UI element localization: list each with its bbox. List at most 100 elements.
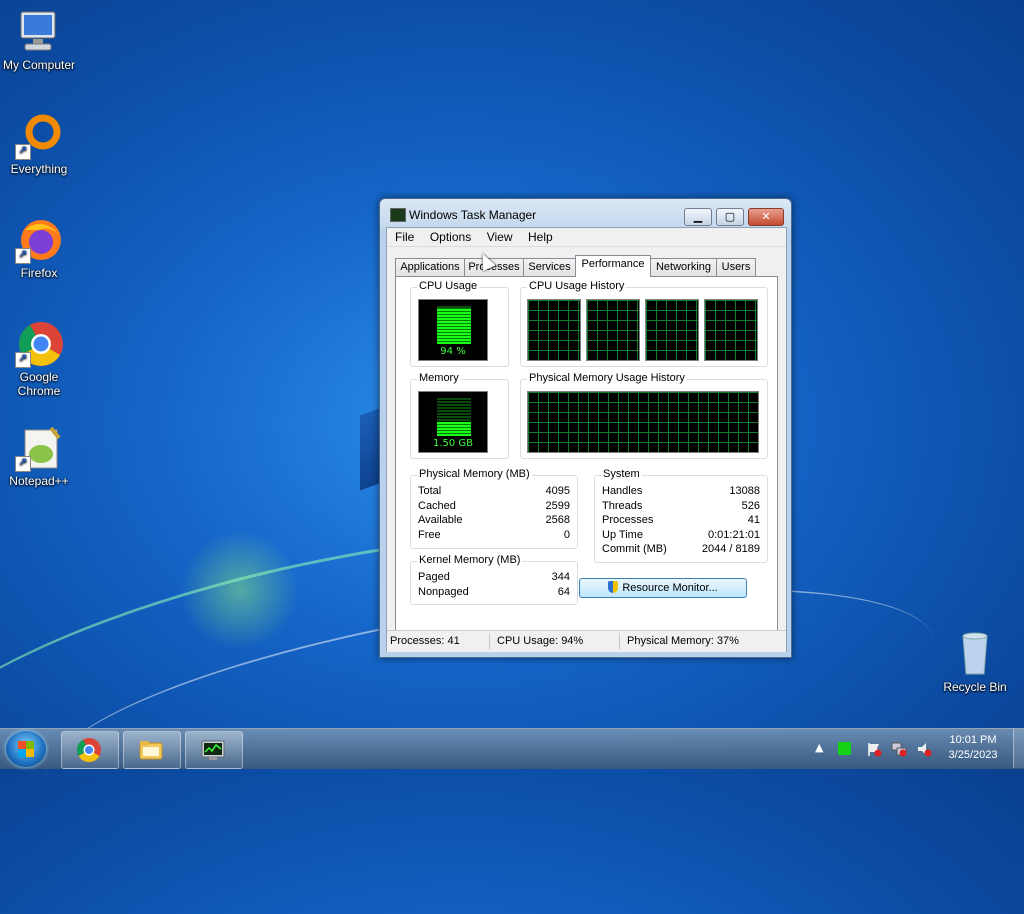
start-button[interactable] (6, 731, 46, 767)
everything-icon: ↗ (15, 112, 63, 160)
action-center-icon[interactable] (866, 741, 882, 757)
cpu-history-group: CPU Usage History (520, 280, 768, 367)
taskbar-explorer-button[interactable] (123, 731, 181, 769)
notepadpp-icon: ↗ (15, 424, 63, 472)
physical-memory-group: Physical Memory (MB) Total 4095 Cached 259… (410, 468, 578, 549)
memory-label: Memory (417, 372, 461, 384)
shortcut-arrow-icon: ↗ (15, 248, 31, 264)
show-desktop-button[interactable] (1013, 729, 1024, 768)
taskbar-chrome-button[interactable] (61, 731, 119, 769)
tab-services[interactable]: Services (523, 258, 576, 276)
menu-file[interactable]: File (389, 228, 420, 246)
system-group: System Handles 13088 Threads 526 Processes… (594, 468, 768, 563)
physical-memory-label: Physical Memory (MB) (417, 468, 532, 480)
status-indicator-icon[interactable] (838, 742, 851, 755)
physical-memory-row: Free 0 (418, 529, 570, 544)
shortcut-arrow-icon: ↗ (15, 144, 31, 160)
volume-muted-icon[interactable] (916, 741, 932, 757)
system-row: Commit (MB) 2044 / 8189 (602, 543, 760, 558)
menu-view[interactable]: View (481, 228, 519, 246)
stat-key: Processes (602, 514, 654, 526)
tab-users[interactable]: Users (716, 258, 756, 276)
memory-history-graph (527, 391, 759, 453)
cpu-history-label: CPU Usage History (527, 280, 627, 292)
cpu-usage-group: CPU Usage 94 % (410, 280, 509, 367)
status-processes: Processes: 41 (390, 635, 460, 647)
desktop-icon-label: My Computer (2, 58, 76, 72)
desktop-icon-firefox[interactable]: ↗ Firefox (1, 216, 77, 280)
desktop-icon-google-chrome[interactable]: ↗ Google Chrome (1, 320, 77, 398)
menu-help[interactable]: Help (522, 228, 559, 246)
desktop-icon-my-computer[interactable]: My Computer (1, 8, 77, 72)
title-bar[interactable]: Windows Task Manager ▁ ▢ ✕ (380, 199, 791, 229)
status-bar: Processes: 41 CPU Usage: 94% Physical Me… (387, 630, 786, 652)
stat-key: Nonpaged (418, 585, 469, 598)
task-manager-icon (201, 740, 225, 760)
memory-bar-empty (437, 398, 471, 422)
uac-shield-icon (608, 581, 619, 593)
system-row: Processes 41 (602, 514, 760, 529)
system-row: Threads 526 (602, 500, 760, 515)
tab-performance[interactable]: Performance (575, 255, 651, 277)
stat-value: 2568 (545, 514, 570, 526)
shortcut-arrow-icon: ↗ (15, 456, 31, 472)
taskbar-clock[interactable]: 10:01 PM 3/25/2023 (940, 733, 1006, 763)
tab-applications[interactable]: Applications (395, 258, 465, 276)
window-client: File Options View Help Applications Proc… (386, 227, 787, 652)
tab-networking[interactable]: Networking (650, 258, 717, 276)
desktop-icon-everything[interactable]: ↗ Everything (1, 112, 77, 176)
taskbar-task-manager-button[interactable] (185, 731, 243, 769)
kernel-memory-row: Paged 344 (418, 571, 570, 586)
memory-meter: 1.50 GB (418, 391, 488, 453)
resource-monitor-button[interactable]: Resource Monitor... (579, 578, 747, 598)
shortcut-arrow-icon: ↗ (15, 352, 31, 368)
stat-key: Handles (602, 485, 643, 497)
stat-value: 2044 / 8189 (701, 543, 760, 555)
kernel-memory-group: Kernel Memory (MB) Paged 344 Nonpaged 64 (410, 554, 578, 605)
menu-options[interactable]: Options (424, 228, 477, 246)
cpu-usage-label: CPU Usage (417, 280, 480, 292)
resource-monitor-label: Resource Monitor... (622, 582, 718, 594)
cpu-usage-bar (437, 306, 471, 344)
chrome-icon: ↗ (15, 320, 63, 368)
desktop-icon-label: Recycle Bin (943, 680, 1007, 694)
network-icon[interactable] (891, 741, 907, 757)
show-hidden-icons-button[interactable]: ▲ (815, 741, 823, 754)
taskbar: ▲ (0, 728, 1024, 769)
desktop-icon-label: Google Chrome (17, 370, 61, 398)
stat-key: Total (418, 485, 442, 497)
kernel-memory-label: Kernel Memory (MB) (417, 554, 523, 566)
status-separator (619, 633, 620, 650)
stat-value: 344 (551, 571, 570, 583)
desktop-icon-recycle-bin[interactable]: Recycle Bin (937, 630, 1013, 694)
stat-key: Paged (418, 571, 450, 583)
window-title: Windows Task Manager (409, 208, 537, 222)
kernel-memory-row: Nonpaged 64 (418, 586, 570, 601)
stat-value: 41 (747, 514, 760, 526)
stat-value: 2599 (545, 499, 570, 512)
minimize-button[interactable]: ▁ (684, 208, 712, 226)
clock-date: 3/25/2023 (948, 749, 998, 761)
clock-time: 10:01 PM (949, 734, 997, 746)
stat-value: 64 (557, 585, 570, 598)
system-row: Up Time 0:01:21:01 (602, 529, 760, 544)
memory-group: Memory 1.50 GB (410, 372, 509, 459)
menu-bar: File Options View Help (387, 228, 786, 247)
stat-value: 0 (563, 528, 570, 541)
cpu-history-graph-core-2 (586, 299, 640, 361)
kernel-memory-table: Paged 344 Nonpaged 64 (418, 571, 570, 600)
maximize-button[interactable]: ▢ (716, 208, 744, 226)
stat-value: 4095 (545, 485, 570, 497)
cpu-usage-value: 94 % (440, 346, 466, 357)
task-manager-icon (390, 208, 406, 222)
memory-history-label: Physical Memory Usage History (527, 372, 687, 384)
desktop-icon-notepadpp[interactable]: ↗ Notepad++ (1, 424, 77, 488)
memory-bar (437, 398, 471, 436)
system-label: System (601, 468, 642, 480)
firefox-icon: ↗ (15, 216, 63, 264)
stat-key: Free (418, 528, 441, 541)
memory-history-group: Physical Memory Usage History (520, 372, 768, 459)
cpu-history-graph-core-1 (527, 299, 581, 361)
windows-logo-icon-lower (18, 749, 34, 757)
close-button[interactable]: ✕ (748, 208, 784, 226)
